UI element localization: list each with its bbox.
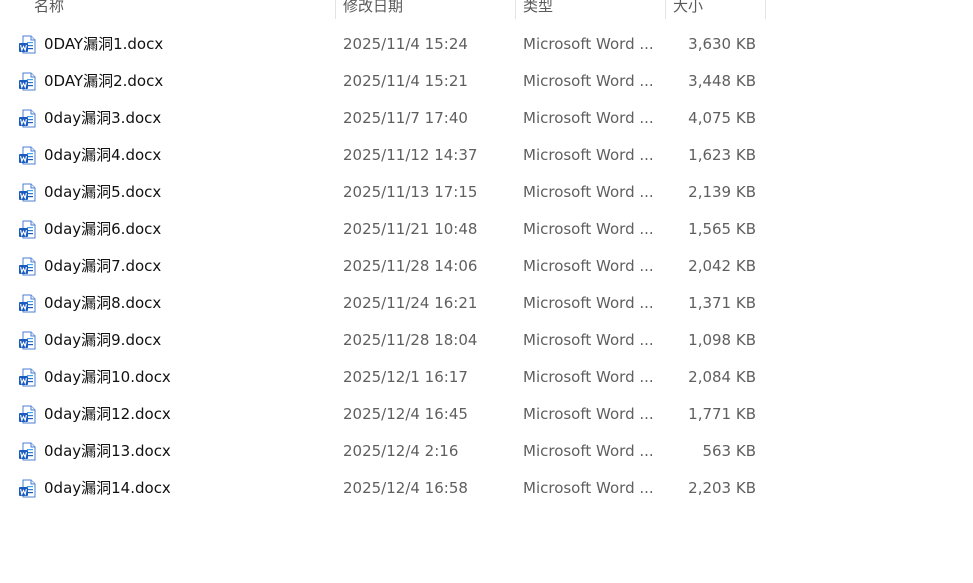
- column-divider[interactable]: [335, 0, 336, 19]
- file-row[interactable]: 0day漏洞7.docx 2025/11/28 14:06 Microsoft …: [0, 248, 766, 285]
- file-type: Microsoft Word ...: [523, 35, 654, 53]
- file-row[interactable]: 0day漏洞8.docx 2025/11/24 16:21 Microsoft …: [0, 285, 766, 322]
- file-modified-date: 2025/11/28 18:04: [343, 331, 478, 349]
- word-document-icon: [19, 257, 36, 276]
- file-list: 0DAY漏洞1.docx 2025/11/4 15:24 Microsoft W…: [0, 26, 766, 507]
- file-name: 0day漏洞6.docx: [44, 220, 162, 238]
- file-name: 0day漏洞9.docx: [44, 331, 162, 349]
- file-size: 2,084 KB: [688, 368, 756, 386]
- file-row[interactable]: 0day漏洞5.docx 2025/11/13 17:15 Microsoft …: [0, 174, 766, 211]
- column-divider[interactable]: [515, 0, 516, 19]
- file-type: Microsoft Word ...: [523, 109, 654, 127]
- file-modified-date: 2025/11/12 14:37: [343, 146, 478, 164]
- file-size: 2,139 KB: [688, 183, 756, 201]
- file-type: Microsoft Word ...: [523, 442, 654, 460]
- file-size: 2,203 KB: [688, 479, 756, 497]
- file-modified-date: 2025/11/4 15:21: [343, 72, 468, 90]
- word-document-icon: [19, 294, 36, 313]
- file-name: 0day漏洞8.docx: [44, 294, 162, 312]
- file-modified-date: 2025/11/21 10:48: [343, 220, 478, 238]
- file-size: 1,565 KB: [688, 220, 756, 238]
- file-modified-date: 2025/11/4 15:24: [343, 35, 468, 53]
- word-document-icon: [19, 220, 36, 239]
- column-header-date[interactable]: 修改日期: [343, 0, 403, 18]
- file-row[interactable]: 0DAY漏洞1.docx 2025/11/4 15:24 Microsoft W…: [0, 26, 766, 63]
- file-row[interactable]: 0day漏洞3.docx 2025/11/7 17:40 Microsoft W…: [0, 100, 766, 137]
- column-header-type[interactable]: 类型: [523, 0, 553, 18]
- word-document-icon: [19, 183, 36, 202]
- file-modified-date: 2025/12/1 16:17: [343, 368, 468, 386]
- file-modified-date: 2025/12/4 16:58: [343, 479, 468, 497]
- file-type: Microsoft Word ...: [523, 220, 654, 238]
- word-document-icon: [19, 35, 36, 54]
- word-document-icon: [19, 368, 36, 387]
- file-type: Microsoft Word ...: [523, 479, 654, 497]
- file-type: Microsoft Word ...: [523, 294, 654, 312]
- word-document-icon: [19, 479, 36, 498]
- word-document-icon: [19, 331, 36, 350]
- file-size: 4,075 KB: [688, 109, 756, 127]
- file-size: 3,448 KB: [688, 72, 756, 90]
- file-name: 0day漏洞14.docx: [44, 479, 171, 497]
- word-document-icon: [19, 405, 36, 424]
- file-name: 0day漏洞4.docx: [44, 146, 162, 164]
- file-name: 0day漏洞7.docx: [44, 257, 162, 275]
- file-row[interactable]: 0day漏洞10.docx 2025/12/1 16:17 Microsoft …: [0, 359, 766, 396]
- column-divider[interactable]: [765, 0, 766, 19]
- column-header: 名称 修改日期 类型 大小: [0, 0, 766, 19]
- file-row[interactable]: 0day漏洞12.docx 2025/12/4 16:45 Microsoft …: [0, 396, 766, 433]
- file-name: 0day漏洞13.docx: [44, 442, 171, 460]
- word-document-icon: [19, 146, 36, 165]
- file-type: Microsoft Word ...: [523, 368, 654, 386]
- word-document-icon: [19, 109, 36, 128]
- file-size: 1,623 KB: [688, 146, 756, 164]
- file-size: 3,630 KB: [688, 35, 756, 53]
- file-name: 0DAY漏洞2.docx: [44, 72, 164, 90]
- file-row[interactable]: 0day漏洞9.docx 2025/11/28 18:04 Microsoft …: [0, 322, 766, 359]
- column-header-size[interactable]: 大小: [673, 0, 703, 18]
- file-type: Microsoft Word ...: [523, 257, 654, 275]
- file-name: 0day漏洞3.docx: [44, 109, 162, 127]
- file-name: 0day漏洞12.docx: [44, 405, 171, 423]
- file-size: 2,042 KB: [688, 257, 756, 275]
- file-name: 0day漏洞10.docx: [44, 368, 171, 386]
- file-modified-date: 2025/12/4 16:45: [343, 405, 468, 423]
- file-type: Microsoft Word ...: [523, 146, 654, 164]
- file-name: 0DAY漏洞1.docx: [44, 35, 164, 53]
- file-row[interactable]: 0DAY漏洞2.docx 2025/11/4 15:21 Microsoft W…: [0, 63, 766, 100]
- file-row[interactable]: 0day漏洞6.docx 2025/11/21 10:48 Microsoft …: [0, 211, 766, 248]
- file-type: Microsoft Word ...: [523, 331, 654, 349]
- file-size: 1,771 KB: [688, 405, 756, 423]
- file-type: Microsoft Word ...: [523, 405, 654, 423]
- file-row[interactable]: 0day漏洞14.docx 2025/12/4 16:58 Microsoft …: [0, 470, 766, 507]
- file-name: 0day漏洞5.docx: [44, 183, 162, 201]
- word-document-icon: [19, 72, 36, 91]
- file-modified-date: 2025/11/13 17:15: [343, 183, 478, 201]
- file-row[interactable]: 0day漏洞13.docx 2025/12/4 2:16 Microsoft W…: [0, 433, 766, 470]
- column-divider[interactable]: [665, 0, 666, 19]
- file-modified-date: 2025/12/4 2:16: [343, 442, 459, 460]
- word-document-icon: [19, 442, 36, 461]
- file-row[interactable]: 0day漏洞4.docx 2025/11/12 14:37 Microsoft …: [0, 137, 766, 174]
- file-modified-date: 2025/11/24 16:21: [343, 294, 478, 312]
- file-type: Microsoft Word ...: [523, 72, 654, 90]
- file-type: Microsoft Word ...: [523, 183, 654, 201]
- column-header-name[interactable]: 名称: [34, 0, 64, 18]
- file-size: 1,098 KB: [688, 331, 756, 349]
- file-size: 563 KB: [702, 442, 756, 460]
- file-modified-date: 2025/11/7 17:40: [343, 109, 468, 127]
- file-size: 1,371 KB: [688, 294, 756, 312]
- file-modified-date: 2025/11/28 14:06: [343, 257, 478, 275]
